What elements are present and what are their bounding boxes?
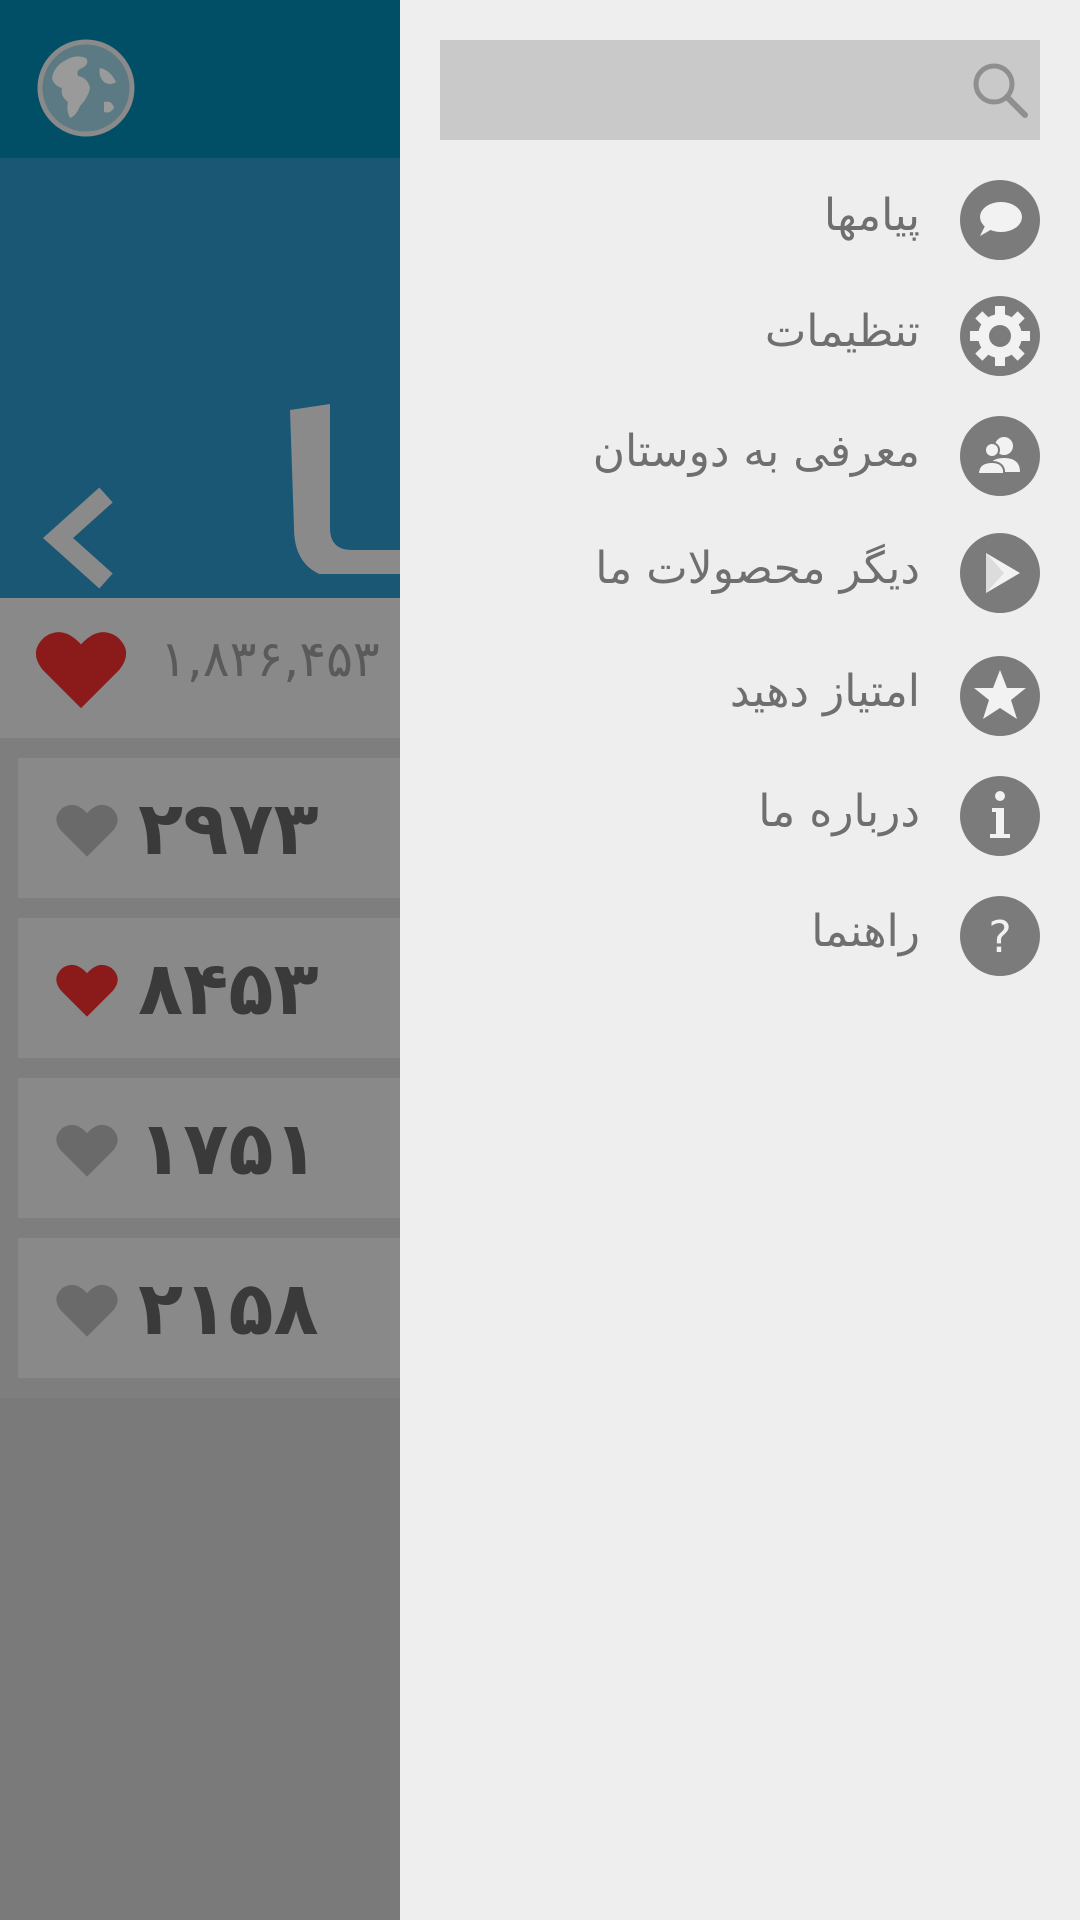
menu-item-about-us[interactable]: درباره ما	[400, 766, 1080, 866]
menu-item-label: تنظیمات	[764, 306, 920, 357]
heart-icon[interactable]	[56, 802, 118, 858]
menu-item-label: پیامها	[823, 190, 920, 241]
search-icon[interactable]	[970, 60, 1030, 120]
menu-item-messages[interactable]: پیامها	[400, 170, 1080, 270]
menu-item-label: دیگر محصولات ما	[595, 543, 920, 594]
search-field[interactable]	[440, 40, 1040, 140]
like-count: ۸۴۵۳	[138, 946, 319, 1032]
menu-item-help[interactable]: ? راهنما	[400, 886, 1080, 986]
menu-item-label: راهنما	[811, 906, 920, 957]
like-count: ۱۷۵۱	[138, 1106, 319, 1192]
menu-item-label: درباره ما	[758, 786, 920, 837]
info-icon	[990, 791, 1010, 838]
like-count: ۲۹۷۳	[138, 786, 319, 872]
heart-icon[interactable]	[56, 1282, 118, 1338]
menu-item-invite-friends[interactable]: معرفی به دوستان	[400, 406, 1080, 506]
gear-icon	[970, 306, 1030, 366]
like-count: ۲۱۵۸	[138, 1266, 319, 1352]
menu-item-label: امتیاز دهید	[729, 666, 920, 717]
menu-item-settings[interactable]: تنظیمات	[400, 286, 1080, 386]
navigation-drawer: پیامها تنظیمات معرفی به دوستان دیگر محصو…	[400, 0, 1080, 1920]
chevron-left-icon[interactable]	[36, 483, 116, 593]
help-icon: ?	[988, 912, 1011, 963]
menu-item-rate-us[interactable]: امتیاز دهید	[400, 646, 1080, 746]
play-store-icon	[986, 553, 1020, 593]
heart-icon	[35, 632, 127, 709]
friends-icon	[976, 437, 1020, 475]
heart-icon[interactable]	[56, 1122, 118, 1178]
total-likes-count: ۱,۸۳۶,۴۵۳	[160, 630, 380, 688]
menu-item-other-products[interactable]: دیگر محصولات ما	[400, 523, 1080, 623]
chat-bubble-icon	[980, 202, 1022, 236]
star-icon	[974, 670, 1026, 719]
menu-item-label: معرفی به دوستان	[592, 426, 920, 477]
globe-icon[interactable]	[36, 38, 136, 138]
svg-text:?: ?	[988, 912, 1011, 963]
heart-icon[interactable]	[56, 962, 118, 1018]
